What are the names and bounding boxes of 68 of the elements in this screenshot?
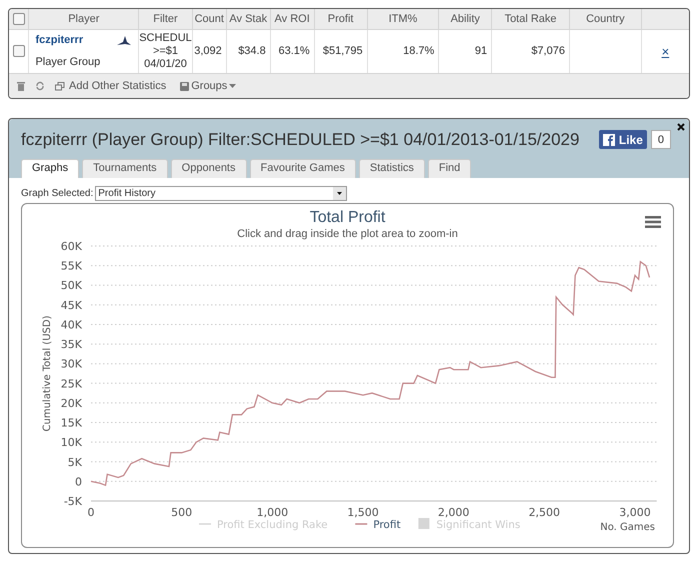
axis-label: 2,500 — [528, 506, 560, 518]
checkbox[interactable] — [12, 45, 25, 58]
axis-label: 500 — [171, 506, 192, 518]
caret-icon — [229, 84, 236, 88]
checkbox[interactable] — [12, 12, 25, 25]
player-link[interactable]: fczpiterrr — [35, 32, 84, 49]
axis-label: 55K — [60, 259, 82, 272]
chart-subtitle: Click and drag inside the plot area to zoom-in — [237, 228, 458, 240]
axis-label: 25K — [60, 376, 82, 390]
column-header[interactable]: Filter — [138, 9, 192, 29]
column-header[interactable]: Count — [192, 9, 226, 29]
column-header[interactable]: Profit — [314, 9, 368, 29]
column-header[interactable]: Ability — [438, 9, 492, 29]
axis-label: -5K — [64, 494, 82, 508]
player-group-label: Player Group — [35, 54, 102, 70]
axis-label: 3,000 — [619, 506, 651, 518]
close-icon[interactable] — [677, 123, 685, 131]
legend-line-icon — [199, 522, 211, 524]
legend-item[interactable]: Profit — [373, 518, 401, 530]
axis-label: 2,000 — [438, 506, 470, 518]
axis-title: Cumulative Total (USD) — [42, 315, 53, 431]
facebook-icon — [602, 134, 615, 146]
windows-icon — [55, 82, 65, 90]
axis-label: 40K — [60, 318, 82, 331]
axis-label: 0 — [75, 474, 82, 488]
window-title: fczpiterrr (Player Group) Filter:SCHEDULED >=$1 04/01/2013-01/15/2029 — [21, 129, 580, 151]
axis-label: 45K — [60, 298, 82, 312]
chart-title: Total Profit — [310, 208, 386, 228]
refresh-icon[interactable] — [35, 81, 45, 91]
remove-link[interactable]: × — [662, 44, 670, 58]
axis-label: 5K — [68, 455, 82, 468]
axis-label: 50K — [60, 278, 82, 292]
graph-select[interactable]: Profit History — [95, 186, 348, 200]
column-header[interactable]: Total Rake — [492, 9, 570, 29]
axis-label: 60K — [60, 240, 82, 252]
column-header[interactable]: Av Stak — [226, 9, 270, 29]
add-statistics-button[interactable]: Add Other Statistics — [55, 78, 166, 94]
column-header[interactable]: Av ROI — [270, 9, 314, 29]
axis-label: 15K — [60, 416, 82, 430]
groups-dropdown[interactable]: Groups — [180, 78, 236, 94]
tab[interactable]: Favourite Games — [250, 158, 356, 178]
axis-label: 1,000 — [256, 506, 288, 518]
filter-text: >=$1 — [152, 44, 180, 58]
axis-label: 1,500 — [347, 506, 379, 518]
column-header[interactable]: Player — [28, 9, 139, 29]
column-header[interactable]: Country — [569, 9, 642, 29]
axis-label: 30K — [60, 357, 82, 370]
column-header[interactable]: ITM% — [367, 9, 439, 29]
menu-icon[interactable] — [645, 216, 661, 228]
tab[interactable]: Graphs — [21, 158, 80, 178]
tab[interactable]: Tournaments — [82, 158, 168, 178]
like-button[interactable]: Like — [598, 130, 647, 150]
shark-icon — [116, 34, 132, 46]
axis-label: 20K — [60, 396, 82, 410]
axis-label: 10K — [60, 436, 82, 449]
legend-line-icon — [355, 522, 368, 524]
trash-icon[interactable] — [17, 81, 25, 91]
axis-label: 35K — [60, 338, 82, 351]
axis-title: No. Games — [600, 522, 655, 532]
tab[interactable]: Find — [428, 158, 472, 178]
tab[interactable]: Statistics — [358, 158, 425, 178]
filter-text: SCHEDUL — [139, 32, 192, 45]
graph-selected-label: Graph Selected: — [21, 186, 94, 200]
axis-label: 0 — [88, 506, 94, 518]
filter-text: 04/01/20 — [143, 58, 188, 71]
tab[interactable]: Opponents — [170, 158, 246, 178]
legend-square-icon — [418, 518, 430, 528]
like-count: 0 — [650, 130, 671, 150]
